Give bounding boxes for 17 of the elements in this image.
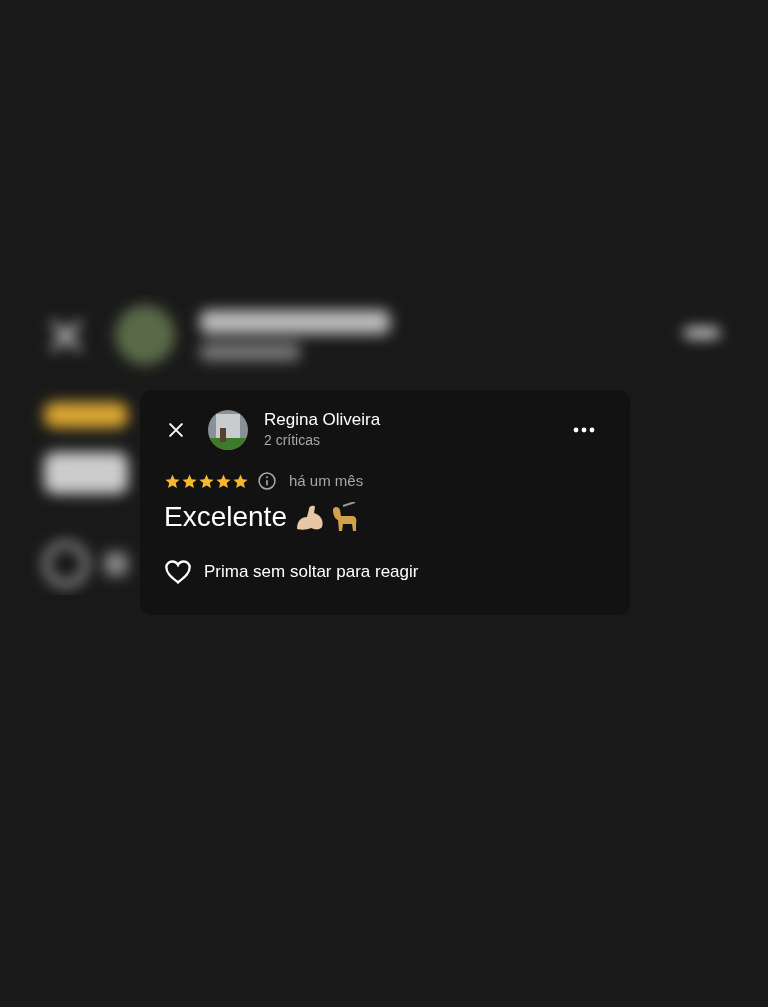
review-time: há um mês: [289, 471, 364, 491]
star-icon: [164, 472, 181, 490]
star-icon: [181, 472, 198, 490]
reaction-hint: Prima sem soltar para reagir: [204, 560, 419, 583]
info-icon: [257, 471, 277, 492]
close-icon: [166, 420, 186, 440]
heart-icon[interactable]: [164, 558, 192, 585]
star-icon: [198, 472, 215, 490]
author-name: Regina Oliveira: [264, 410, 381, 430]
review-title: Excelente: [164, 500, 287, 533]
review-count: 2 críticas: [264, 431, 321, 450]
avatar: [208, 410, 248, 450]
more-icon: [573, 427, 595, 433]
blurred-more-icon: [684, 328, 720, 338]
blurred-avatar: [115, 305, 175, 365]
star-icon: [232, 472, 249, 490]
star-icon: [215, 472, 232, 490]
